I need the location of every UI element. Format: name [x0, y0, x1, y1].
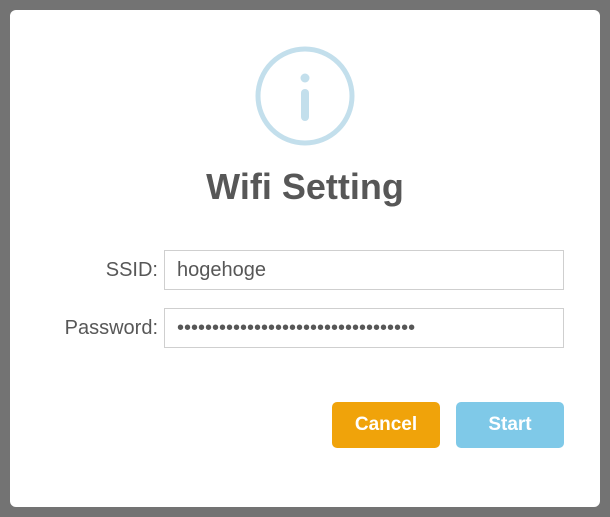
password-input[interactable] — [164, 308, 564, 348]
modal-title: Wifi Setting — [206, 166, 404, 208]
start-button[interactable]: Start — [456, 402, 564, 448]
ssid-label: SSID: — [46, 259, 164, 282]
wifi-setting-modal: Wifi Setting SSID: Password: Cancel Star… — [10, 10, 600, 507]
password-label: Password: — [46, 317, 164, 340]
password-row: Password: — [46, 308, 564, 348]
wifi-form: SSID: Password: — [46, 250, 564, 366]
info-icon — [253, 44, 357, 148]
ssid-row: SSID: — [46, 250, 564, 290]
button-row: Cancel Start — [46, 402, 564, 448]
cancel-button[interactable]: Cancel — [332, 402, 440, 448]
ssid-input[interactable] — [164, 250, 564, 290]
